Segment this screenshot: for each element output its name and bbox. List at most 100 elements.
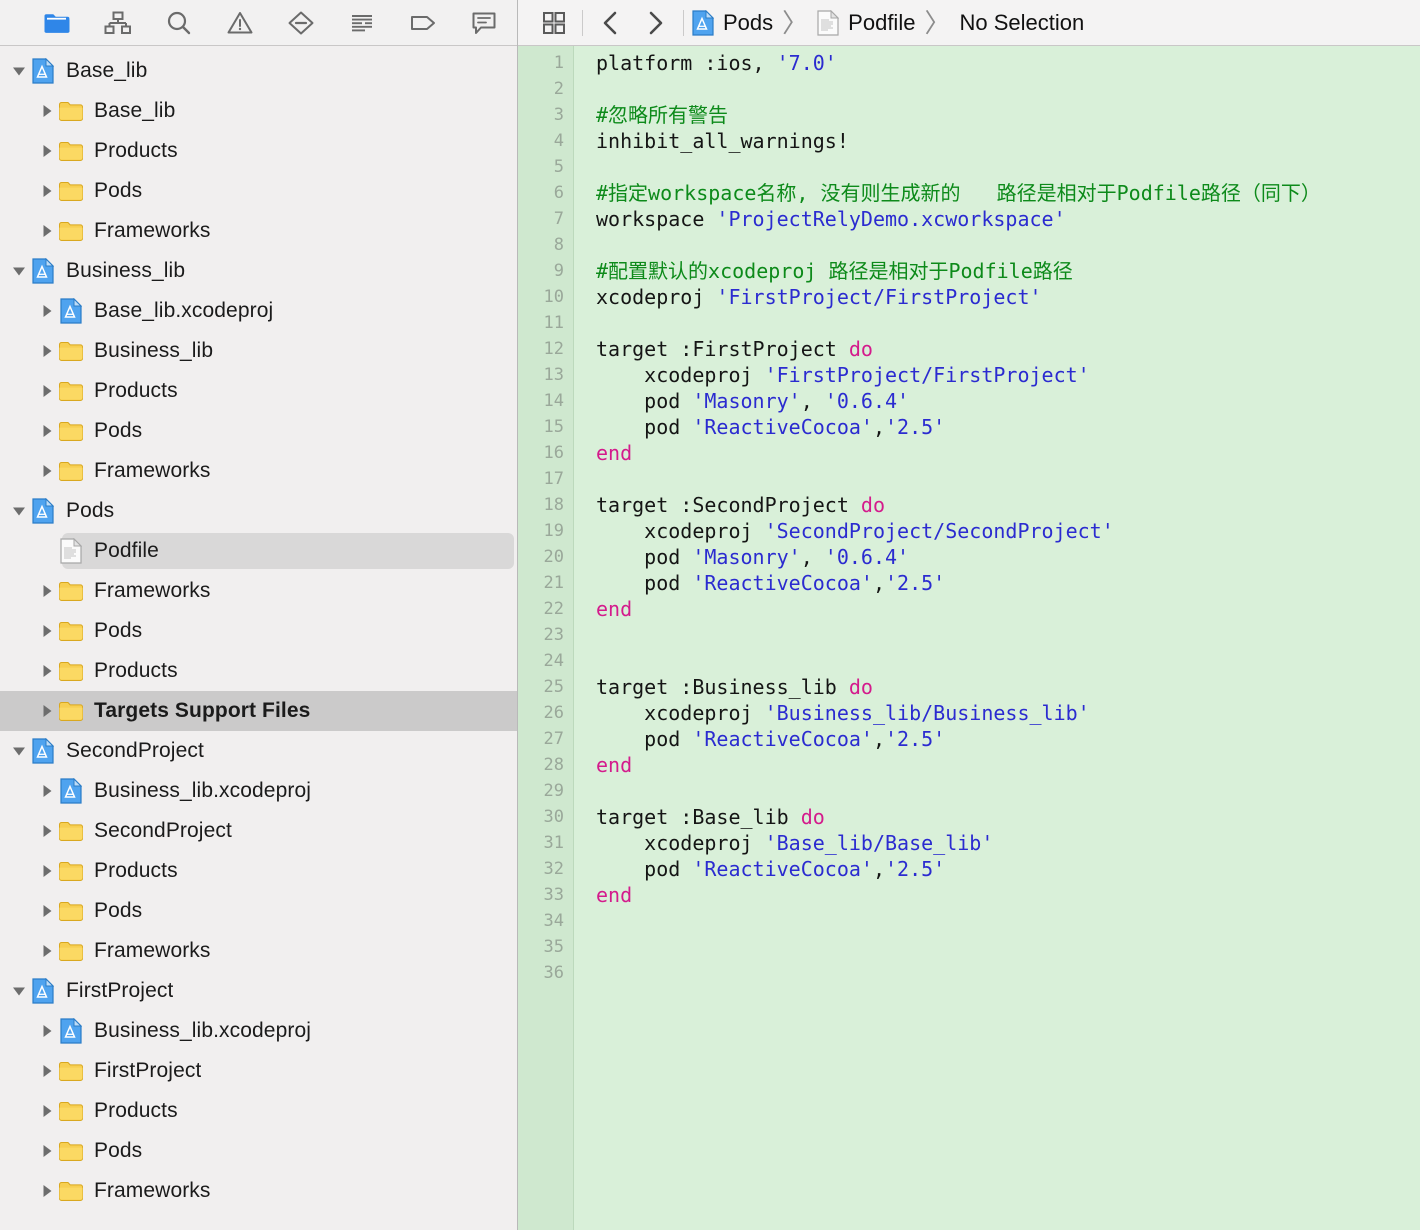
- code-line[interactable]: pod 'ReactiveCocoa','2.5': [596, 414, 1420, 440]
- breadcrumb-segment[interactable]: No Selection: [957, 3, 1086, 43]
- disclosure-triangle-closed-icon[interactable]: [36, 851, 58, 891]
- code-line[interactable]: workspace 'ProjectRelyDemo.xcworkspace': [596, 206, 1420, 232]
- code-line[interactable]: end: [596, 882, 1420, 908]
- code-line[interactable]: end: [596, 752, 1420, 778]
- tree-row[interactable]: Pods: [0, 611, 517, 651]
- breadcrumb-segment[interactable]: Podfile: [815, 3, 917, 43]
- tree-row[interactable]: SecondProject: [0, 811, 517, 851]
- tree-row[interactable]: Frameworks: [0, 571, 517, 611]
- code-line[interactable]: inhibit_all_warnings!: [596, 128, 1420, 154]
- code-line[interactable]: xcodeproj 'Base_lib/Base_lib': [596, 830, 1420, 856]
- code-line[interactable]: [596, 310, 1420, 336]
- disclosure-triangle-closed-icon[interactable]: [36, 691, 58, 731]
- code-line[interactable]: [596, 908, 1420, 934]
- tree-row[interactable]: Podfile: [0, 531, 517, 571]
- warning-triangle-icon[interactable]: [209, 4, 270, 42]
- symbol-navigator-icon[interactable]: [87, 4, 148, 42]
- tree-row[interactable]: SecondProject: [0, 731, 517, 771]
- disclosure-triangle-closed-icon[interactable]: [36, 291, 58, 331]
- disclosure-triangle-open-icon[interactable]: [8, 251, 30, 291]
- code-line[interactable]: [596, 960, 1420, 986]
- tree-row[interactable]: Pods: [0, 491, 517, 531]
- disclosure-triangle-closed-icon[interactable]: [36, 131, 58, 171]
- code-line[interactable]: [596, 232, 1420, 258]
- tree-row[interactable]: FirstProject: [0, 971, 517, 1011]
- disclosure-triangle-open-icon[interactable]: [8, 971, 30, 1011]
- tree-row[interactable]: Pods: [0, 411, 517, 451]
- code-editor[interactable]: 1 2 3 4 5 6 7 8 9 10 11 12 13 14 15 16 17 18 19 20 21 22 23 24 2…: [518, 46, 1420, 1230]
- tree-row[interactable]: Products: [0, 1091, 517, 1131]
- code-line[interactable]: [596, 934, 1420, 960]
- disclosure-triangle-closed-icon[interactable]: [36, 211, 58, 251]
- disclosure-triangle-closed-icon[interactable]: [36, 331, 58, 371]
- disclosure-triangle-closed-icon[interactable]: [36, 1011, 58, 1051]
- code-line[interactable]: #配置默认的xcodeproj 路径是相对于Podfile路径: [596, 258, 1420, 284]
- disclosure-triangle-closed-icon[interactable]: [36, 571, 58, 611]
- code-line[interactable]: [596, 76, 1420, 102]
- forward-chevron-icon[interactable]: [633, 3, 677, 43]
- disclosure-triangle-closed-icon[interactable]: [36, 451, 58, 491]
- disclosure-triangle-closed-icon[interactable]: [36, 891, 58, 931]
- disclosure-triangle-closed-icon[interactable]: [36, 171, 58, 211]
- code-line[interactable]: pod 'ReactiveCocoa','2.5': [596, 726, 1420, 752]
- disclosure-triangle-closed-icon[interactable]: [36, 371, 58, 411]
- tree-row[interactable]: Frameworks: [0, 211, 517, 251]
- related-items-icon[interactable]: [532, 3, 576, 43]
- code-line[interactable]: target :FirstProject do: [596, 336, 1420, 362]
- disclosure-triangle-open-icon[interactable]: [8, 51, 30, 91]
- tree-row[interactable]: Frameworks: [0, 451, 517, 491]
- code-line[interactable]: [596, 154, 1420, 180]
- code-line[interactable]: xcodeproj 'FirstProject/FirstProject': [596, 362, 1420, 388]
- search-icon[interactable]: [148, 4, 209, 42]
- tree-row[interactable]: Frameworks: [0, 931, 517, 971]
- breakpoint-tag-icon[interactable]: [392, 4, 453, 42]
- test-report-icon[interactable]: [331, 4, 392, 42]
- tree-row[interactable]: Pods: [0, 171, 517, 211]
- disclosure-triangle-closed-icon[interactable]: [36, 811, 58, 851]
- code-line[interactable]: pod 'ReactiveCocoa','2.5': [596, 570, 1420, 596]
- code-line[interactable]: [596, 466, 1420, 492]
- code-line[interactable]: end: [596, 440, 1420, 466]
- code-line[interactable]: xcodeproj 'SecondProject/SecondProject': [596, 518, 1420, 544]
- source-code-text[interactable]: platform :ios, '7.0' #忽略所有警告 inhibit_all_…: [574, 46, 1420, 1230]
- disclosure-triangle-open-icon[interactable]: [8, 731, 30, 771]
- code-line[interactable]: #指定workspace名称, 没有则生成新的 路径是相对于Podfile路径（…: [596, 180, 1420, 206]
- code-line[interactable]: [596, 778, 1420, 804]
- disclosure-triangle-closed-icon[interactable]: [36, 411, 58, 451]
- tree-row[interactable]: Frameworks: [0, 1171, 517, 1211]
- code-line[interactable]: end: [596, 596, 1420, 622]
- debug-icon[interactable]: [270, 4, 331, 42]
- breadcrumb-segment[interactable]: Pods: [690, 3, 775, 43]
- tree-row[interactable]: Pods: [0, 891, 517, 931]
- navigator-file-tree[interactable]: Base_lib Base_lib Products Pods Frameworks Bu…: [0, 46, 517, 1230]
- code-line[interactable]: #忽略所有警告: [596, 102, 1420, 128]
- tree-row[interactable]: Business_lib.xcodeproj: [0, 1011, 517, 1051]
- disclosure-triangle-closed-icon[interactable]: [36, 931, 58, 971]
- tree-row[interactable]: Products: [0, 651, 517, 691]
- code-line[interactable]: xcodeproj 'Business_lib/Business_lib': [596, 700, 1420, 726]
- tree-row[interactable]: Pods: [0, 1131, 517, 1171]
- disclosure-triangle-open-icon[interactable]: [8, 491, 30, 531]
- project-navigator-icon[interactable]: [26, 4, 87, 42]
- tree-row[interactable]: Products: [0, 371, 517, 411]
- code-line[interactable]: target :Base_lib do: [596, 804, 1420, 830]
- code-line[interactable]: target :SecondProject do: [596, 492, 1420, 518]
- tree-row[interactable]: Base_lib: [0, 51, 517, 91]
- tree-row[interactable]: Business_lib: [0, 331, 517, 371]
- tree-row[interactable]: Products: [0, 851, 517, 891]
- disclosure-triangle-closed-icon[interactable]: [36, 1091, 58, 1131]
- code-line[interactable]: [596, 622, 1420, 648]
- tree-row[interactable]: Base_lib: [0, 91, 517, 131]
- tree-row[interactable]: Products: [0, 131, 517, 171]
- code-line[interactable]: pod 'ReactiveCocoa','2.5': [596, 856, 1420, 882]
- disclosure-triangle-closed-icon[interactable]: [36, 771, 58, 811]
- disclosure-triangle-closed-icon[interactable]: [36, 611, 58, 651]
- tree-row[interactable]: Targets Support Files: [0, 691, 517, 731]
- tree-row[interactable]: Business_lib.xcodeproj: [0, 771, 517, 811]
- disclosure-triangle-closed-icon[interactable]: [36, 1171, 58, 1211]
- code-line[interactable]: xcodeproj 'FirstProject/FirstProject': [596, 284, 1420, 310]
- disclosure-triangle-closed-icon[interactable]: [36, 1051, 58, 1091]
- tree-row[interactable]: Base_lib.xcodeproj: [0, 291, 517, 331]
- disclosure-triangle-closed-icon[interactable]: [36, 91, 58, 131]
- disclosure-triangle-closed-icon[interactable]: [36, 651, 58, 691]
